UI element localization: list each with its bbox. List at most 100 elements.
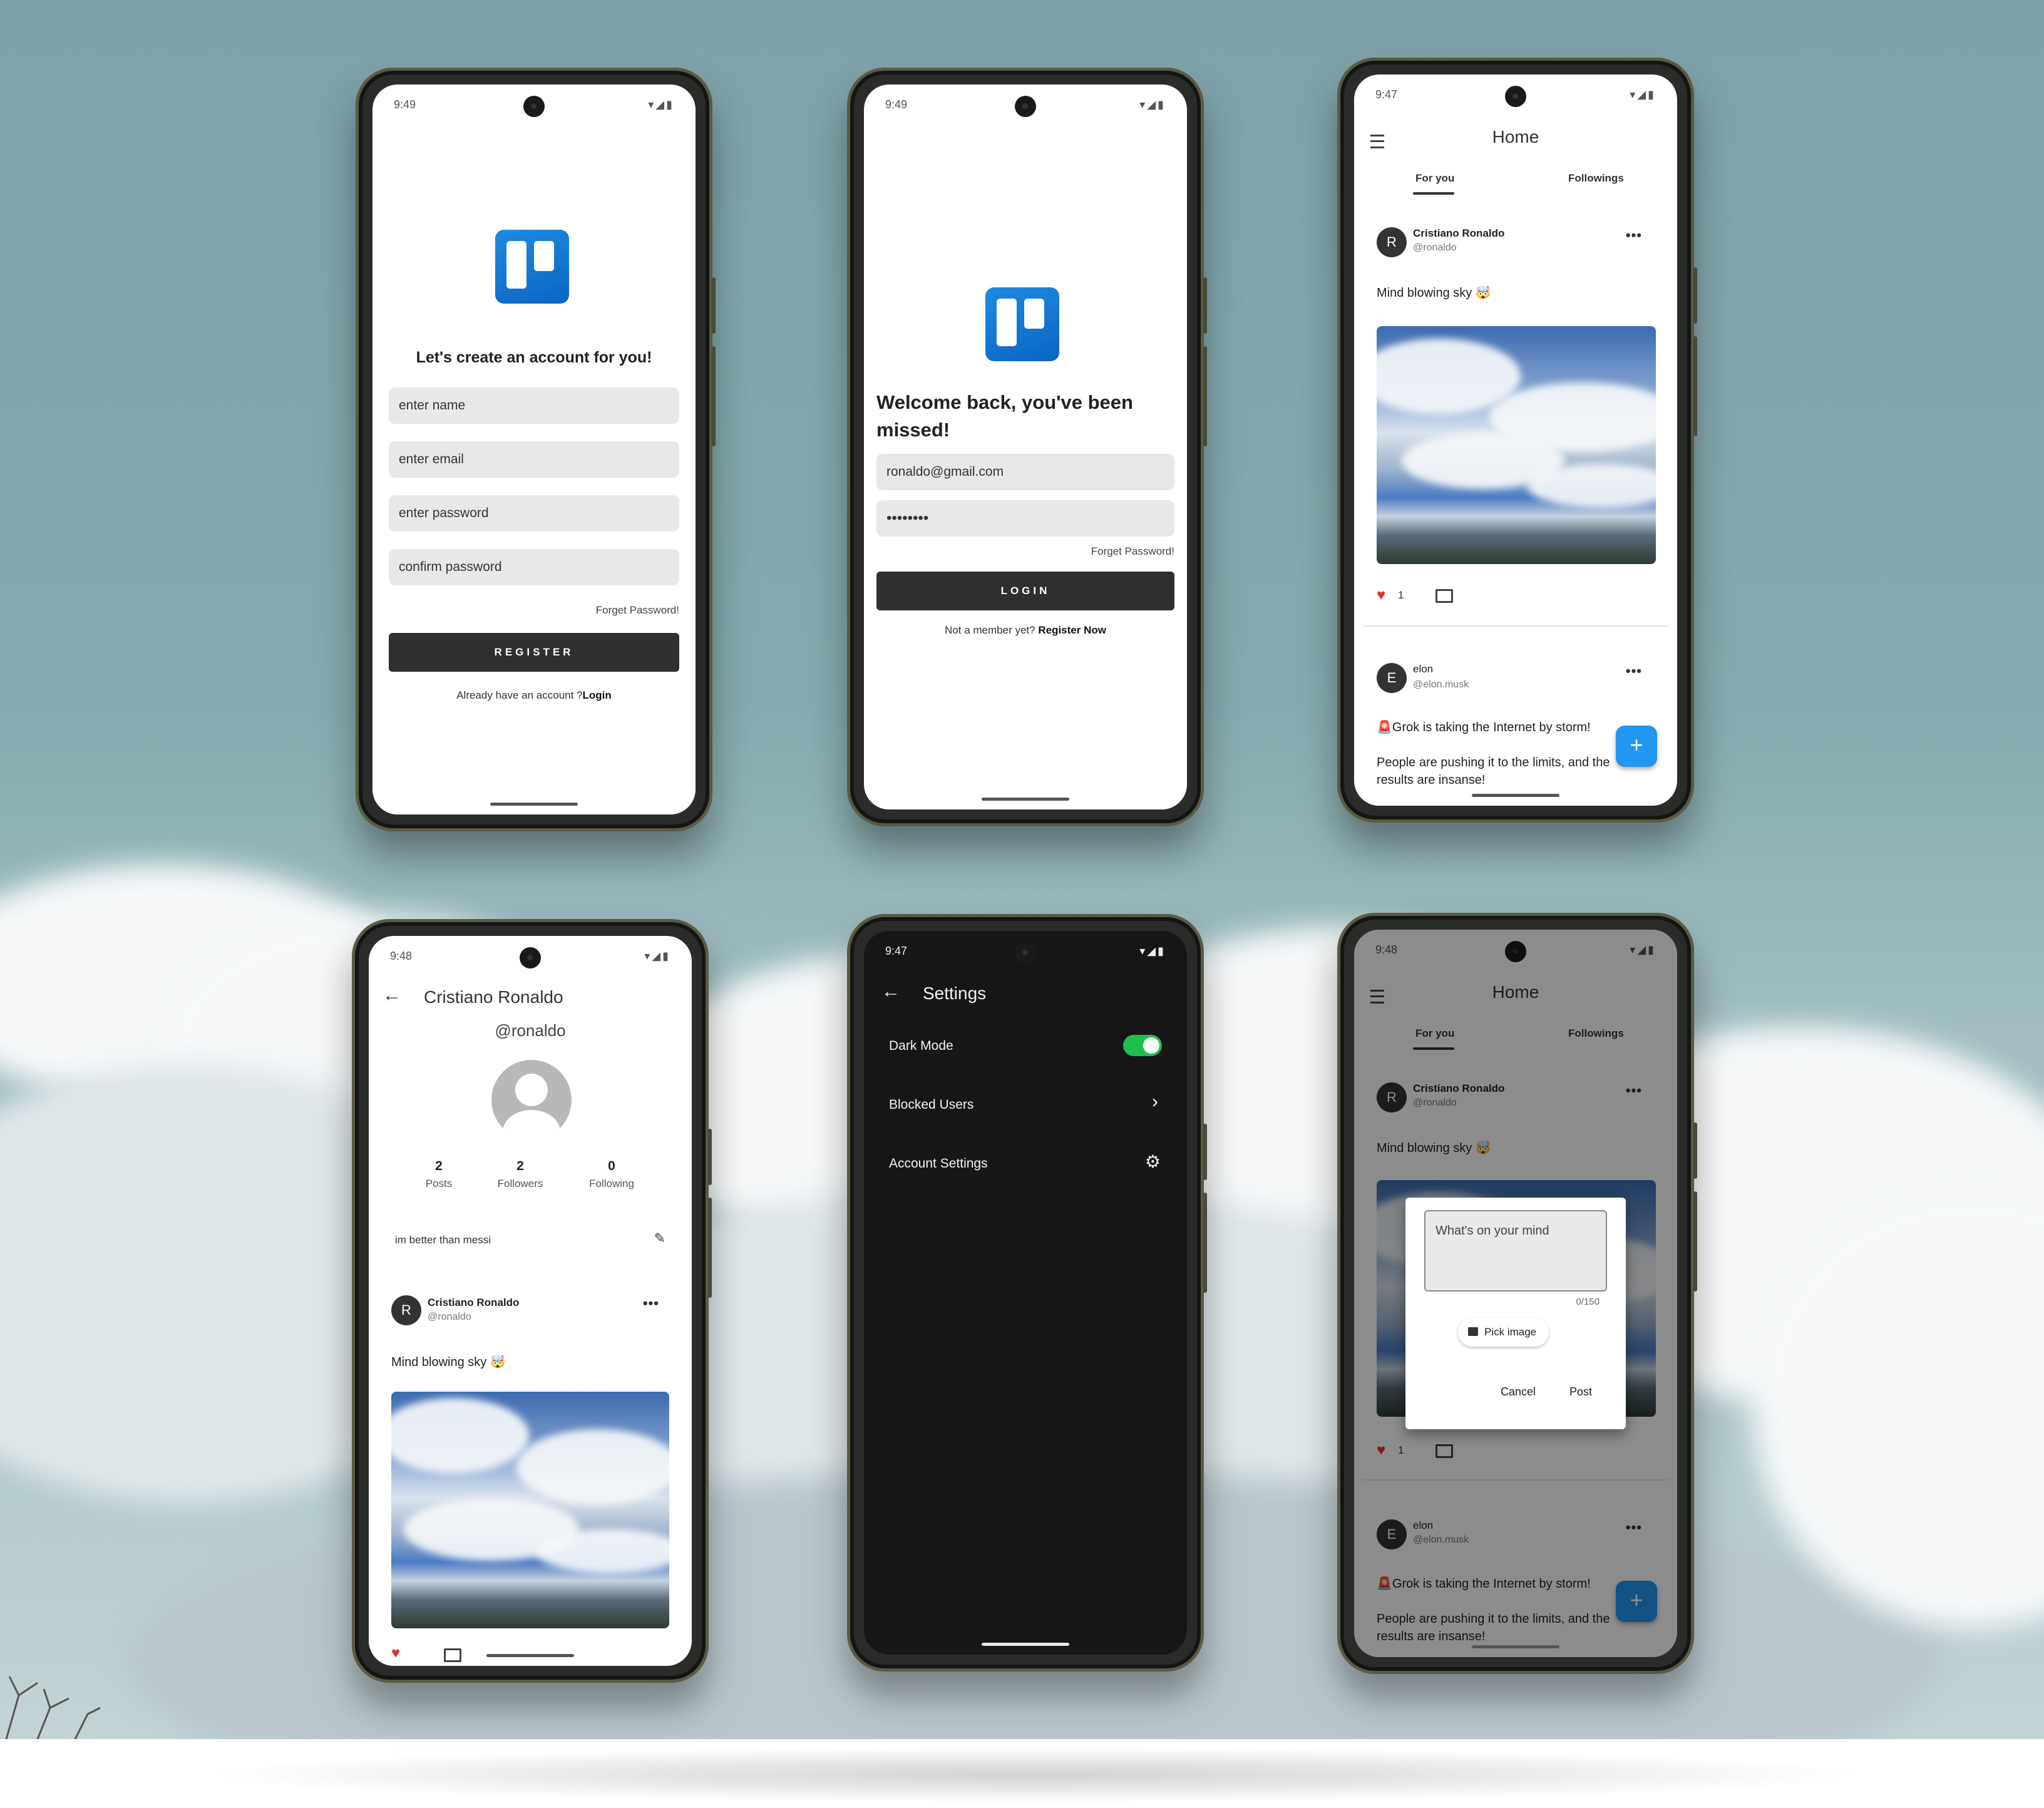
profile-title: Cristiano Ronaldo [424, 987, 563, 1007]
profile-screen: 9:48 ▾◢▮ ← Cristiano Ronaldo @ronaldo 2 … [369, 936, 692, 1666]
register-prompt: Not a member yet? Register Now [864, 624, 1187, 637]
more-options-icon[interactable]: ••• [1626, 227, 1642, 244]
phone-profile: 9:48 ▾◢▮ ← Cristiano Ronaldo @ronaldo 2 … [352, 919, 712, 1683]
page-title: Home [1492, 127, 1539, 146]
account-settings-row[interactable]: Account Settings [889, 1156, 988, 1171]
password-input[interactable]: •••••••• [876, 500, 1174, 537]
status-bar: 9:47 ▾◢▮ [1375, 88, 1656, 105]
dark-mode-label: Dark Mode [889, 1039, 953, 1053]
post-author-handle: @ronaldo [1413, 242, 1457, 253]
register-prompt-text: Not a member yet? [945, 624, 1035, 636]
trello-logo-icon [985, 287, 1059, 361]
password-input[interactable]: enter password [389, 495, 679, 532]
post-text-line1: 🚨Grok is taking the Internet by storm! [1377, 721, 1591, 734]
login-screen: 9:49 ▾◢▮ Welcome back, you've been misse… [864, 85, 1187, 809]
char-counter: 0/150 [1576, 1297, 1600, 1307]
forget-password-link[interactable]: Forget Password! [1091, 545, 1174, 558]
avatar[interactable]: E [1377, 663, 1407, 693]
confirm-password-input[interactable]: confirm password [389, 549, 679, 585]
home-indicator [982, 798, 1069, 801]
home-indicator [1472, 1645, 1559, 1648]
status-time: 9:47 [885, 945, 908, 957]
settings-screen: 9:47 ▾◢▮ ← Settings Dark Mode Blocked Us… [864, 931, 1187, 1655]
phone-login: 9:49 ▾◢▮ Welcome back, you've been misse… [847, 68, 1207, 826]
signal-battery-icons: ▾◢▮ [1139, 945, 1166, 957]
chevron-right-icon[interactable]: › [1152, 1091, 1158, 1112]
status-time: 9:49 [394, 98, 416, 111]
posts-count: 2 [435, 1159, 443, 1173]
cancel-button[interactable]: Cancel [1501, 1385, 1536, 1399]
comment-icon[interactable] [1435, 589, 1453, 603]
phone-compose: 9:48 ▾◢▮ Home For you Followings R Crist… [1337, 913, 1697, 1674]
login-prompt-text: Already have an account ? [456, 689, 583, 701]
following-label[interactable]: Following [574, 1178, 649, 1190]
like-icon[interactable]: ♥ [1377, 587, 1385, 604]
more-options-icon[interactable]: ••• [643, 1295, 659, 1312]
post-text: Mind blowing sky 🤯 [1377, 286, 1491, 300]
trello-logo-icon [495, 230, 569, 304]
home-indicator [486, 1654, 574, 1657]
home-indicator [982, 1643, 1069, 1646]
tab-for-you[interactable]: For you [1415, 172, 1454, 185]
posts-label: Posts [425, 1178, 453, 1189]
status-time: 9:49 [885, 98, 908, 111]
register-now-link[interactable]: Register Now [1038, 624, 1106, 636]
add-post-button[interactable]: + [1616, 726, 1657, 767]
tab-followings[interactable]: Followings [1568, 172, 1624, 185]
post-author-name: elon [1413, 663, 1434, 675]
login-button[interactable]: LOGIN [876, 572, 1174, 610]
avatar[interactable]: R [391, 1295, 421, 1325]
pick-image-button[interactable]: Pick image [1458, 1318, 1549, 1347]
settings-title: Settings [923, 984, 987, 1003]
home-screen: 9:47 ▾◢▮ Home For you Followings R Crist… [1354, 74, 1677, 806]
avatar[interactable]: R [1377, 227, 1407, 257]
profile-avatar[interactable] [491, 1060, 572, 1140]
followers-label[interactable]: Followers [483, 1178, 558, 1190]
status-bar: 9:49 ▾◢▮ [394, 98, 674, 115]
register-button[interactable]: REGISTER [389, 633, 679, 672]
floor-shadow [188, 1747, 1878, 1803]
back-arrow-icon[interactable]: ← [383, 985, 401, 1006]
post-divider [1363, 625, 1668, 627]
signal-battery-icons: ▾◢▮ [1630, 88, 1656, 101]
signal-battery-icons: ▾◢▮ [648, 98, 674, 111]
post-author-handle: @elon.musk [1413, 679, 1469, 690]
post-text-input[interactable]: What's on your mind [1424, 1210, 1607, 1292]
status-bar: 9:49 ▾◢▮ [885, 98, 1166, 115]
like-icon[interactable]: ♥ [391, 1645, 400, 1662]
login-heading-line1: Welcome back, you've been [876, 391, 1133, 413]
post-author-name: Cristiano Ronaldo [1413, 227, 1505, 239]
image-icon [1468, 1327, 1478, 1336]
comment-icon[interactable] [444, 1648, 461, 1662]
edit-bio-icon[interactable]: ✎ [654, 1230, 665, 1246]
phone-register: 9:49 ▾◢▮ Let's create an account for you… [356, 68, 716, 831]
status-time: 9:47 [1375, 88, 1398, 101]
home-indicator [490, 803, 578, 806]
following-count[interactable]: 0 [574, 1159, 649, 1174]
login-heading-line2: missed! [876, 419, 950, 441]
forget-password-link[interactable]: Forget Password! [596, 604, 679, 617]
dark-mode-toggle[interactable] [1123, 1035, 1162, 1056]
followers-count[interactable]: 2 [483, 1159, 558, 1174]
profile-handle: @ronaldo [495, 1021, 566, 1040]
profile-bio: im better than messi [395, 1234, 491, 1246]
signal-battery-icons: ▾◢▮ [644, 950, 670, 962]
email-input[interactable]: ronaldo@gmail.com [876, 454, 1174, 490]
blocked-users-row[interactable]: Blocked Users [889, 1097, 973, 1112]
back-arrow-icon[interactable]: ← [881, 981, 900, 1002]
login-link[interactable]: Login [583, 689, 612, 701]
status-bar: 9:48 ▾◢▮ [390, 950, 670, 966]
home-indicator [1472, 794, 1559, 797]
phone-settings: 9:47 ▾◢▮ ← Settings Dark Mode Blocked Us… [847, 914, 1207, 1672]
pick-image-label: Pick image [1484, 1326, 1537, 1338]
gear-icon[interactable]: ⚙ [1145, 1151, 1161, 1172]
login-prompt: Already have an account ?Login [372, 689, 696, 702]
name-input[interactable]: enter name [389, 388, 679, 424]
status-bar: 9:47 ▾◢▮ [885, 945, 1166, 961]
email-input[interactable]: enter email [389, 441, 679, 478]
post-image [1377, 326, 1656, 564]
post-text: Mind blowing sky 🤯 [391, 1355, 506, 1369]
login-heading: Welcome back, you've been missed! [876, 389, 1174, 444]
post-button[interactable]: Post [1569, 1385, 1592, 1399]
more-options-icon[interactable]: ••• [1626, 663, 1642, 679]
